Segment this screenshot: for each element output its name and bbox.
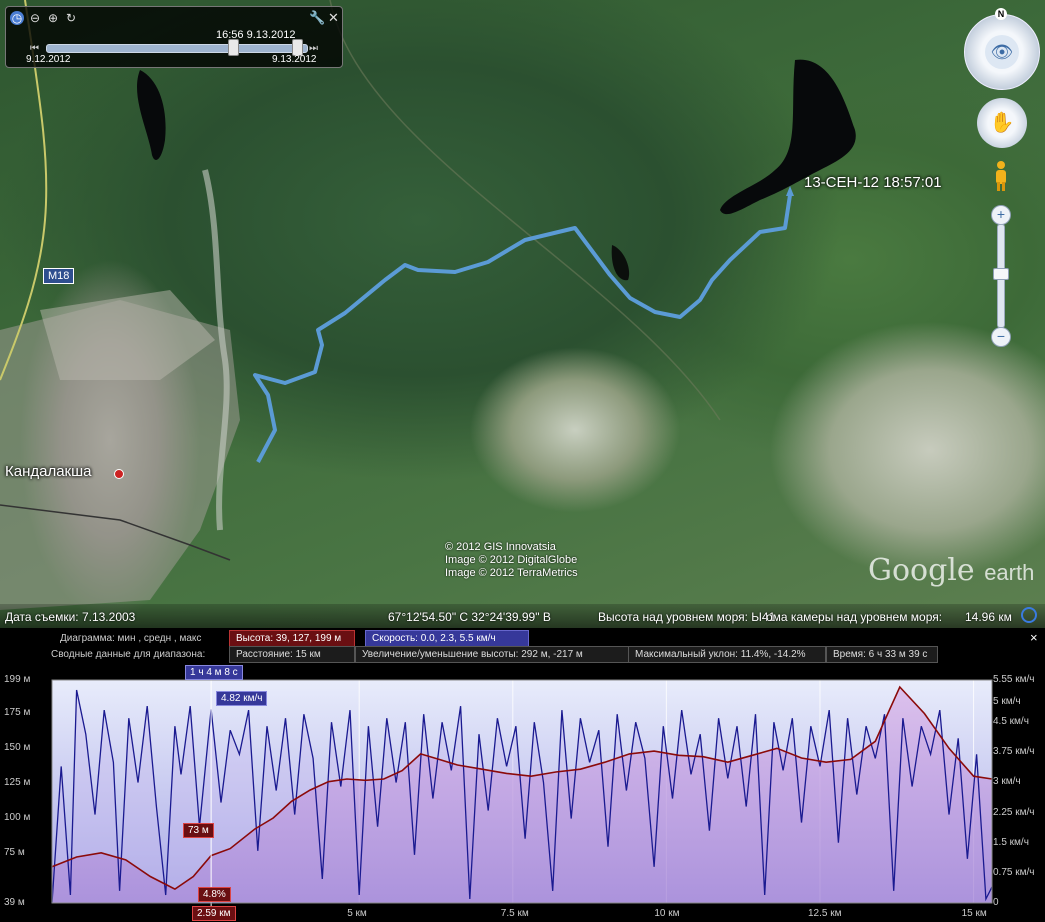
y-left-tick-label: 125 м (4, 777, 31, 789)
city-marker[interactable] (114, 469, 124, 479)
compass-icon[interactable] (1021, 607, 1037, 623)
x-tick-label: 5 км (347, 908, 367, 919)
y-right-tick-label: 3 км/ч (993, 776, 1021, 788)
y-right-tick-label: 4.5 км/ч (993, 716, 1029, 728)
cursor-distance-callout: 2.59 км (192, 906, 236, 921)
cursor-speed-callout: 4.82 км/ч (216, 691, 268, 706)
gps-track[interactable] (253, 194, 792, 463)
eye-icon[interactable]: 👁 (985, 35, 1019, 69)
credit-line: Image © 2012 DigitalGlobe (445, 554, 578, 566)
graph-mode-label: Диаграмма: мин , средн , макс (60, 633, 202, 644)
x-tick-label: 15 км (961, 908, 987, 919)
time-slider-end-date: 9.13.2012 (272, 54, 317, 65)
y-left-tick-label: 39 м (4, 897, 25, 908)
zoom-out-icon[interactable]: ⊖ (28, 11, 42, 25)
y-right-tick-label: 5.55 км/ч (993, 674, 1035, 685)
skip-forward-icon[interactable]: ⏭ (309, 43, 318, 54)
close-profile-icon[interactable]: × (1030, 630, 1038, 645)
cursor-slope-callout: 4.8% (198, 887, 231, 902)
close-icon[interactable]: ✕ (328, 10, 339, 26)
y-left-tick-label: 175 м (4, 707, 31, 719)
zoom-out-button[interactable]: − (991, 327, 1011, 347)
x-tick-label: 7.5 км (500, 908, 529, 919)
cursor-altitude-callout: 73 м (183, 823, 214, 838)
imagery-date: Дата съемки: 7.13.2003 (5, 610, 136, 624)
x-tick-label: 10 км (654, 908, 680, 919)
time-slider-start-date: 9.12.2012 (26, 54, 71, 65)
refresh-icon[interactable]: ↻ (64, 11, 78, 25)
y-right-tick-label: 5 км/ч (993, 696, 1021, 708)
coordinates: 67°12'54.50" С 32°24'39.99" В (388, 610, 551, 624)
cursor-time-callout: 1 ч 4 м 8 с (185, 665, 243, 680)
y-left-tick-label: 199 м (4, 674, 31, 685)
status-bar: Дата съемки: 7.13.2003 67°12'54.50" С 32… (0, 604, 1045, 628)
range-summary-label: Сводные данные для диапазона: (51, 649, 206, 660)
map-view[interactable]: M18 Кандалакша 13-СЕН-12 18:57:01 © 2012… (0, 0, 1045, 628)
track-end-label[interactable]: 13-СЕН-12 18:57:01 (804, 174, 942, 191)
y-left-tick-label: 100 м (4, 811, 31, 823)
time-slider-handle-start[interactable] (228, 39, 239, 56)
y-right-tick-label: 1.5 км/ч (993, 836, 1029, 848)
map-terrain (0, 0, 856, 610)
time-summary: Время: 6 ч 33 м 39 с (826, 646, 938, 663)
y-right-tick-label: 3.75 км/ч (993, 746, 1035, 758)
y-right-tick-label: 0 (993, 897, 999, 908)
imagery-credits: © 2012 GIS Innovatsia Image © 2012 Digit… (445, 541, 578, 580)
road-label: M18 (43, 268, 75, 284)
elevation-readout: Высота над уровнем моря: Ы41 (598, 610, 776, 624)
y-right-tick-label: 0.75 км/ч (993, 866, 1035, 878)
clock-icon[interactable]: ◷ (10, 11, 24, 25)
max-slope-summary: Максимальный уклон: 11.4%, -14.2% (628, 646, 826, 663)
distance-summary: Расстояние: 15 км (229, 646, 355, 663)
time-slider-track[interactable] (46, 44, 308, 53)
google-earth-watermark: Google earth (868, 553, 1035, 588)
move-control[interactable]: ✋ (977, 98, 1027, 148)
y-left-tick-label: 75 м (4, 846, 25, 858)
pegman-icon[interactable] (992, 160, 1010, 192)
zoom-slider-knob[interactable] (993, 268, 1009, 280)
zoom-in-button[interactable]: + (991, 205, 1011, 225)
eye-altitude-label: ома камеры над уровнем моря: (766, 610, 943, 624)
city-label[interactable]: Кандалакша (5, 463, 92, 480)
elevation-speed-chart[interactable] (0, 662, 1045, 922)
zoom-in-icon[interactable]: ⊕ (46, 11, 60, 25)
hand-icon: ✋ (989, 112, 1015, 134)
north-indicator[interactable]: N (995, 8, 1007, 20)
speed-summary[interactable]: Скорость: 0.0, 2.3, 5.5 км/ч (365, 630, 529, 647)
look-control[interactable]: 👁 (964, 14, 1040, 90)
x-tick-label: 12.5 км (807, 908, 842, 919)
altitude-summary[interactable]: Высота: 39, 127, 199 м (229, 630, 355, 647)
eye-altitude-value: 14.96 км (965, 610, 1012, 624)
elevation-change-summary: Увеличение/уменьшение высоты: 292 м, -21… (355, 646, 629, 663)
wrench-icon[interactable]: 🔧 (309, 10, 325, 26)
credit-line: Image © 2012 TerraMetrics (445, 567, 578, 579)
time-slider-panel: ◷ ⊖ ⊕ ↻ 🔧 ✕ 16:56 9.13.2012 ⏮ ⏭ 9.12.201… (5, 6, 343, 68)
skip-back-icon[interactable]: ⏮ (30, 43, 39, 54)
credit-line: © 2012 GIS Innovatsia (445, 541, 556, 553)
y-left-tick-label: 150 м (4, 742, 31, 754)
y-right-tick-label: 2.25 км/ч (993, 806, 1035, 818)
